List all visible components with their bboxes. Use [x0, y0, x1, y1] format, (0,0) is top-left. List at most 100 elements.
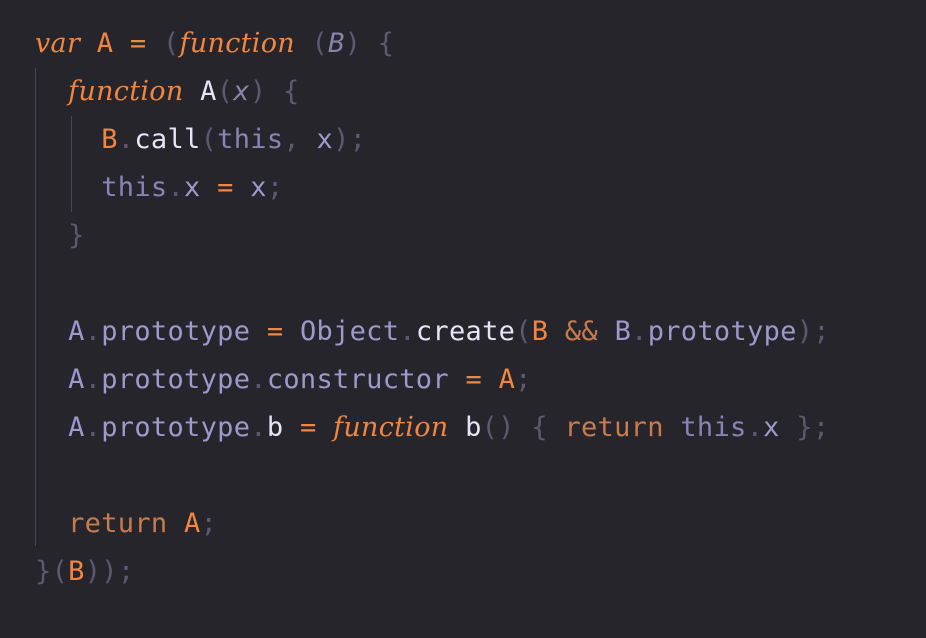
code-token: ( [311, 28, 329, 59]
code-token: ( [51, 556, 69, 587]
code-token: B [68, 556, 85, 587]
code-token: )) [84, 556, 118, 587]
code-token: () [481, 412, 515, 443]
code-line: var A = (function (B) { [35, 24, 394, 64]
code-token: ; [813, 316, 830, 347]
code-token: A [68, 364, 85, 395]
code-line: } [35, 216, 85, 256]
code-token: prototype [101, 364, 251, 395]
code-token: return [564, 412, 664, 443]
code-token: b [465, 412, 482, 443]
code-token: B [531, 316, 549, 347]
code-token: ( [200, 124, 218, 155]
code-token: function [333, 412, 449, 443]
code-token: A [68, 316, 85, 347]
code-line: A.prototype = Object.create(B && B.proto… [35, 312, 830, 352]
code-token: call [134, 124, 201, 155]
code-token: . [84, 412, 102, 443]
code-token: A [96, 28, 114, 59]
code-token: ) [344, 28, 362, 59]
code-token: = [266, 316, 284, 347]
code-token: ( [515, 316, 532, 347]
code-token: x [250, 172, 267, 203]
code-token: var [35, 28, 81, 59]
code-token: ; [515, 364, 532, 395]
code-token: ) [796, 316, 814, 347]
code-token: B [614, 316, 632, 347]
code-token: . [746, 412, 764, 443]
code-token: return [68, 508, 168, 539]
code-line: }(B)); [35, 552, 134, 592]
code-line: A.prototype.constructor = A; [35, 360, 532, 400]
code-token: } [796, 412, 813, 443]
code-token: . [84, 364, 102, 395]
code-token: prototype [101, 412, 251, 443]
code-token: , [283, 124, 300, 155]
code-line: this.x = x; [35, 168, 283, 208]
code-token: . [631, 316, 648, 347]
code-token: } [68, 220, 85, 251]
code-line: A.prototype.b = function b() { return th… [35, 408, 829, 448]
code-token: = [299, 412, 317, 443]
code-token: = [465, 364, 483, 395]
code-line: return A; [35, 504, 217, 544]
code-token: x [184, 172, 201, 203]
code-token: create [415, 316, 516, 347]
code-token: constructor [266, 364, 449, 395]
code-token: function [68, 76, 184, 107]
code-token: prototype [101, 316, 251, 347]
code-token: ; [349, 124, 367, 155]
code-token: this [217, 124, 284, 155]
code-token: x [763, 412, 780, 443]
code-token: this [680, 412, 747, 443]
code-token: && [564, 316, 598, 347]
code-token: A [200, 76, 217, 107]
code-token: B [328, 28, 345, 59]
code-token: ) [333, 124, 350, 155]
code-line: B.call(this, x); [35, 120, 366, 160]
code-token: b [266, 412, 284, 443]
code-editor[interactable]: var A = (function (B) { function A(x) { … [0, 0, 926, 638]
code-token: this [101, 172, 168, 203]
code-token: x [316, 124, 334, 155]
code-token: . [84, 316, 102, 347]
code-token: . [167, 172, 185, 203]
code-token: ; [200, 508, 218, 539]
code-token: . [250, 412, 267, 443]
code-token: ( [216, 76, 234, 107]
code-token: . [250, 364, 267, 395]
code-token: ; [117, 556, 135, 587]
code-token: . [117, 124, 135, 155]
code-token: ; [812, 412, 830, 443]
code-token: ) [249, 76, 267, 107]
code-token: A [184, 508, 201, 539]
code-token: prototype [647, 316, 797, 347]
code-token: B [101, 124, 118, 155]
code-token: { [531, 412, 548, 443]
code-token: = [217, 172, 234, 203]
